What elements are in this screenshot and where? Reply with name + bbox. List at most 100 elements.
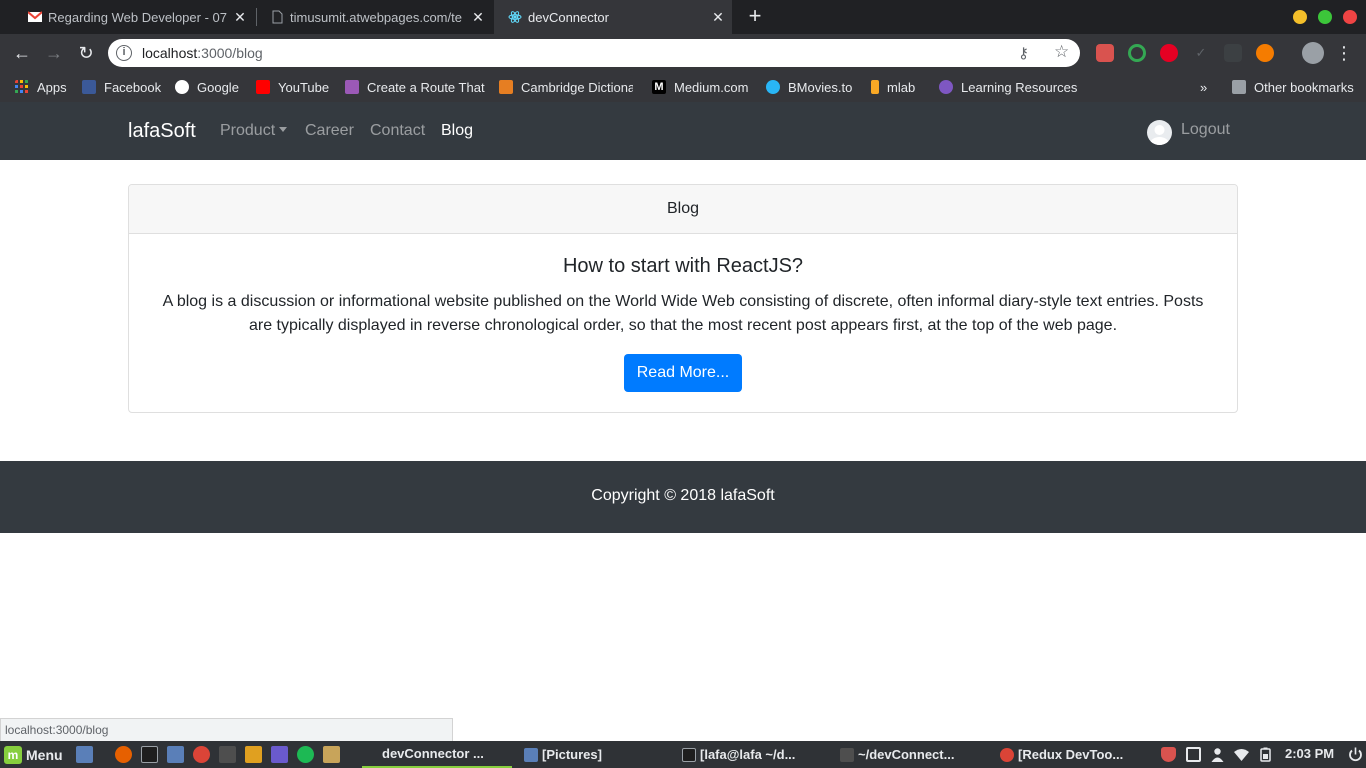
tab-strip: Regarding Web Developer - 07 ✕ timusumit… [0, 0, 1366, 34]
media-icon[interactable] [271, 746, 288, 763]
chrome-icon[interactable] [193, 746, 210, 763]
facebook-icon [82, 80, 96, 94]
user-icon[interactable] [1210, 747, 1225, 762]
window-close-button[interactable] [1343, 10, 1357, 24]
wifi-icon[interactable] [1234, 747, 1249, 762]
logout-link[interactable]: Logout [1181, 121, 1230, 139]
bookmark-apps[interactable]: Apps [15, 77, 67, 97]
bookmark-label: Cambridge Dictiona [521, 79, 633, 95]
folder-icon [1232, 80, 1246, 94]
card-header: Blog [129, 185, 1237, 234]
start-menu-button[interactable]: m Menu [4, 744, 63, 765]
shield-icon[interactable] [1161, 747, 1176, 762]
sublime-icon [840, 747, 854, 762]
tab-devconnector[interactable]: devConnector ✕ [494, 0, 732, 34]
google-icon [175, 80, 189, 94]
image-viewer-icon[interactable] [323, 746, 340, 763]
browser-chrome: Regarding Web Developer - 07 ✕ timusumit… [0, 0, 1366, 102]
user-avatar [1147, 120, 1172, 145]
sublime-icon[interactable] [219, 746, 236, 763]
task-terminal[interactable]: [lafa@lafa ~/d... [676, 741, 795, 768]
bookmark-label: mlab [887, 79, 916, 95]
bookmark-label: Facebook [104, 79, 162, 95]
reload-icon[interactable]: ↻ [76, 43, 96, 63]
new-tab-button[interactable]: + [744, 5, 766, 27]
battery-icon[interactable] [1258, 747, 1273, 762]
url-host: localhost [142, 45, 198, 61]
cloud-icon [345, 80, 359, 94]
files-icon[interactable] [167, 746, 184, 763]
extension-icon[interactable] [1256, 44, 1274, 62]
folder-icon[interactable] [245, 746, 262, 763]
brand-logo[interactable]: lafaSoft [128, 120, 196, 143]
nav-contact[interactable]: Contact [370, 122, 425, 140]
terminal-icon [682, 747, 696, 762]
blog-card: Blog How to start with ReactJS? A blog i… [128, 184, 1238, 413]
bookmark-google[interactable]: Google [175, 77, 239, 97]
post-title: How to start with ReactJS? [562, 255, 804, 277]
task-label: devConnector ... [382, 746, 484, 761]
bookmark-mlab[interactable]: mlab [871, 77, 915, 97]
bookmark-learning[interactable]: Learning Resources [939, 77, 1077, 97]
mlab-icon [871, 80, 879, 94]
task-pictures[interactable]: [Pictures] [518, 741, 602, 768]
document-icon [272, 10, 283, 24]
close-icon[interactable]: ✕ [470, 9, 486, 25]
bookmarks-bar: Apps Facebook Google YouTube Create a Ro… [0, 72, 1366, 102]
pinterest-icon[interactable] [1160, 44, 1178, 62]
nav-product-dropdown[interactable]: Product [220, 122, 288, 140]
url-path: :3000/blog [197, 45, 263, 61]
bookmark-facebook[interactable]: Facebook [82, 77, 161, 97]
update-icon[interactable] [1186, 747, 1201, 762]
menu-label: Menu [26, 746, 63, 763]
bookmark-label: YouTube [278, 79, 330, 95]
nav-blog[interactable]: Blog [441, 122, 473, 140]
power-icon[interactable] [1348, 747, 1363, 762]
forward-arrow-icon[interactable]: → [44, 43, 64, 63]
bookmark-label: Google [197, 79, 239, 95]
spotify-icon[interactable] [297, 746, 314, 763]
profile-avatar[interactable] [1302, 42, 1324, 64]
check-icon[interactable]: ✓ [1192, 44, 1210, 62]
star-icon[interactable]: ☆ [1054, 42, 1069, 62]
chrome-icon [1000, 747, 1014, 762]
tab-atwebpages[interactable]: timusumit.atwebpages.com/te ✕ [256, 0, 492, 34]
clock: 2:03 PM [1285, 746, 1335, 761]
read-more-button[interactable]: Read More... [624, 354, 742, 392]
terminal-icon[interactable] [141, 746, 158, 763]
bookmark-medium[interactable]: M Medium.com [652, 77, 748, 97]
maximize-button[interactable] [1318, 10, 1332, 24]
firefox-icon[interactable] [115, 746, 132, 763]
bookmark-label: Create a Route That [367, 79, 485, 95]
key-icon[interactable]: ⚷ [1018, 44, 1029, 62]
extension-icon[interactable] [1096, 44, 1114, 62]
task-devconnector[interactable]: devConnector ... [362, 741, 512, 768]
other-bookmarks-label: Other bookmarks [1254, 79, 1354, 95]
nav-career[interactable]: Career [305, 122, 354, 140]
tab-gmail[interactable]: Regarding Web Developer - 07 ✕ [14, 0, 254, 34]
bookmark-youtube[interactable]: YouTube [256, 77, 329, 97]
extension-icon[interactable] [1128, 44, 1146, 62]
address-bar[interactable]: i localhost:3000/blog ⚷ ☆ [108, 39, 1080, 67]
tab-title: devConnector [528, 9, 609, 25]
desktop-icon[interactable] [76, 746, 93, 763]
address-url: localhost:3000/blog [142, 45, 263, 61]
bookmark-cambridge[interactable]: Cambridge Dictiona [499, 77, 633, 97]
more-bookmarks-button[interactable]: » [1200, 77, 1207, 97]
task-sublime[interactable]: ~/devConnect... [834, 741, 954, 768]
bookmark-create-route[interactable]: Create a Route That [345, 77, 485, 97]
other-bookmarks[interactable]: Other bookmarks [1232, 77, 1354, 97]
bookmark-bmovies[interactable]: BMovies.to [766, 77, 852, 97]
post-excerpt: A blog is a discussion or informational … [162, 293, 1204, 334]
close-icon[interactable]: ✕ [232, 9, 248, 25]
close-icon[interactable]: ✕ [710, 9, 726, 25]
browser-toolbar: ← → ↻ i localhost:3000/blog ⚷ ☆ ✓ ⋮ [0, 34, 1366, 72]
task-redux-devtools[interactable]: [Redux DevToo... [994, 741, 1123, 768]
back-arrow-icon[interactable]: ← [12, 43, 32, 63]
learning-icon [939, 80, 953, 94]
site-navbar: lafaSoft Product Career Contact Blog Log… [0, 102, 1366, 160]
extension-icon[interactable] [1224, 44, 1242, 62]
minimize-button[interactable] [1293, 10, 1307, 24]
info-icon[interactable]: i [116, 45, 132, 61]
kebab-menu-icon[interactable]: ⋮ [1334, 43, 1354, 63]
